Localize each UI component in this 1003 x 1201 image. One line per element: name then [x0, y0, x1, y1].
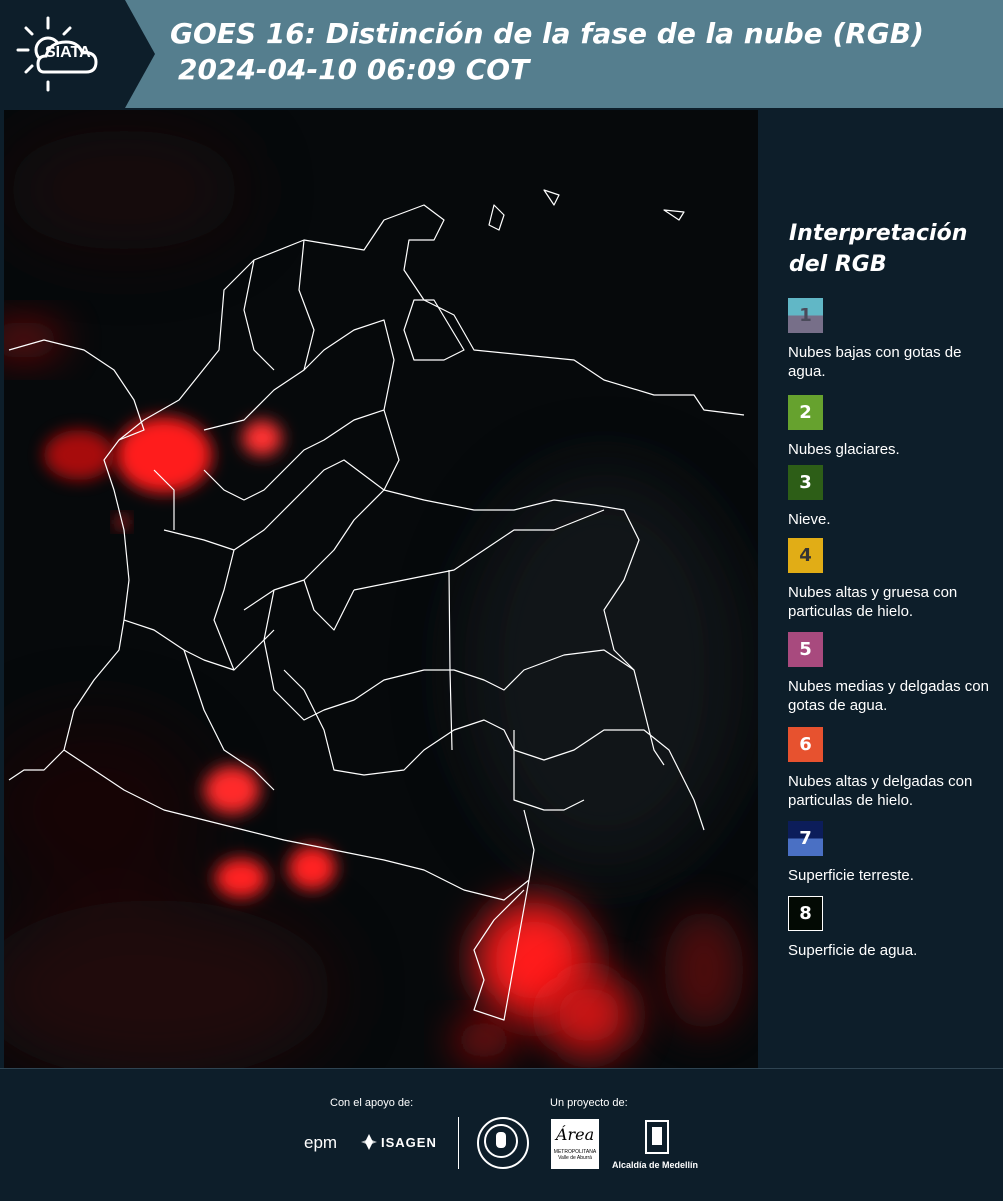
project-label: Un proyecto de:	[550, 1097, 628, 1109]
legend-swatch-number: 4	[799, 545, 812, 566]
legend-item-label: Nubes glaciares.	[788, 441, 900, 458]
isagen-logo: ISAGEN	[381, 1135, 437, 1150]
page-title: GOES 16: Distinción de la fase de la nub…	[170, 16, 924, 88]
legend-item: 8 Superficie de agua.	[788, 896, 998, 960]
legend-item: 2 Nubes glaciares.	[788, 395, 998, 459]
legend-swatch: 7	[788, 821, 823, 856]
legend-item-label: Superficie terreste.	[788, 867, 914, 884]
legend-item: 5 Nubes medias y delgadas con gotas de ag…	[788, 632, 998, 715]
legend-item-label: Nubes altas y gruesa con particulas de h…	[788, 584, 958, 620]
satellite-map	[4, 110, 758, 1068]
area-metropolitana-logo: Área METROPOLITANA Valle de Aburrá	[551, 1119, 599, 1169]
isagen-icon	[361, 1134, 377, 1150]
legend-swatch: 1	[788, 298, 823, 333]
legend-swatch: 8	[788, 896, 823, 931]
legend-title-line-1: Interpretación	[789, 221, 968, 246]
legend-swatch-number: 5	[799, 639, 812, 660]
medellin-seal-icon	[477, 1117, 529, 1169]
legend-swatch-number: 3	[799, 472, 812, 493]
epm-text: epm	[304, 1133, 338, 1152]
legend-item-label: Nubes medias y delgadas con gotas de agu…	[788, 678, 989, 714]
legend-item-label: Nubes bajas con gotas de agua.	[788, 344, 962, 380]
legend-swatch: 3	[788, 465, 823, 500]
area-text: Área	[555, 1125, 595, 1144]
header-bar: SIATA GOES 16: Distinción de la fase de …	[0, 0, 1003, 108]
legend-panel: Interpretación del RGB 1 Nubes bajas con …	[760, 110, 1003, 1068]
legend-swatch-number: 2	[799, 402, 812, 423]
alcaldia-icon	[645, 1120, 669, 1154]
legend-item-label: Nubes altas y delgadas con particulas de…	[788, 773, 973, 809]
footer-divider	[458, 1117, 459, 1169]
legend-swatch: 5	[788, 632, 823, 667]
legend-swatch-number: 7	[799, 828, 812, 849]
legend-swatch-number: 6	[799, 734, 812, 755]
legend-swatch: 4	[788, 538, 823, 573]
footer: Con el apoyo de: Un proyecto de: epm ISA…	[0, 1068, 1003, 1201]
legend-item-label: Nieve.	[788, 511, 831, 528]
support-label: Con el apoyo de:	[330, 1097, 414, 1109]
logo-text: SIATA	[45, 44, 91, 61]
title-line-1: GOES 16: Distinción de la fase de la nub…	[170, 17, 924, 50]
legend-item: 4 Nubes altas y gruesa con particulas de …	[788, 538, 998, 621]
epm-logo: epm	[304, 1133, 337, 1153]
legend-title-line-2: del RGB	[789, 252, 887, 277]
legend-swatch: 2	[788, 395, 823, 430]
legend-swatch-number: 1	[799, 305, 812, 326]
legend-item: 1 Nubes bajas con gotas de agua.	[788, 298, 998, 381]
legend-title: Interpretación del RGB	[789, 218, 989, 280]
legend-swatch-number: 8	[799, 903, 812, 924]
legend-item: 6 Nubes altas y delgadas con particulas d…	[788, 727, 998, 810]
title-line-2: 2024-04-10 06:09 COT	[178, 53, 530, 86]
area-sub2-text: Valle de Aburrá	[558, 1155, 592, 1161]
legend-item: 7 Superficie terreste.	[788, 821, 998, 885]
alcaldia-text: Alcaldía de Medellín	[612, 1160, 699, 1170]
legend-swatch: 6	[788, 727, 823, 762]
legend-item: 3 Nieve.	[788, 465, 998, 529]
legend-item-label: Superficie de agua.	[788, 942, 918, 959]
